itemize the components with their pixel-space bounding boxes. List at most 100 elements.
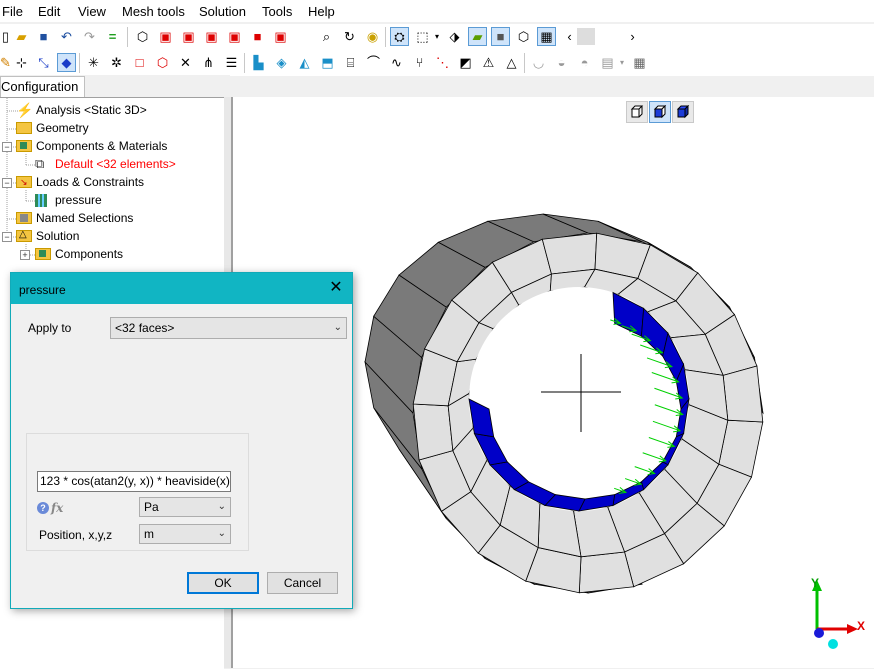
menu-edit[interactable]: Edit [38, 4, 60, 19]
equals-icon[interactable]: = [104, 28, 121, 45]
rotate-icon[interactable]: ↻ [341, 28, 358, 45]
menu-mesh-tools[interactable]: Mesh tools [122, 4, 185, 19]
zoom-icon[interactable]: ⌕ [318, 28, 335, 45]
shell-mesh-icon[interactable]: ◓ [576, 54, 593, 71]
cube-face-right-icon[interactable]: ▣ [226, 28, 243, 45]
tree-item-geometry[interactable]: Geometry [16, 119, 89, 137]
tree-item-analysis[interactable]: ⚡ Analysis <Static 3D> [16, 101, 147, 119]
select-edge-icon[interactable]: ⤡ [35, 54, 52, 71]
revolve-icon[interactable]: ◈ [273, 54, 290, 71]
delete-icon[interactable]: ✕ [177, 54, 194, 71]
front-face-outer [578, 551, 635, 594]
open-folder-icon[interactable]: ▰ [13, 28, 30, 45]
scroll-thumb[interactable] [577, 28, 595, 45]
help-icon[interactable]: ? [37, 502, 49, 514]
tree-item-loads-constraints[interactable]: ↘ Loads & Constraints [16, 173, 144, 191]
expander-solution[interactable]: − [2, 232, 12, 242]
tree-item-pressure[interactable]: pressure [35, 191, 102, 209]
pan-icon[interactable]: ◉ [364, 28, 381, 45]
dropdown-arrow-icon[interactable]: ▾ [433, 28, 441, 45]
triangle-icon[interactable]: △ [503, 54, 520, 71]
tree-item-solution[interactable]: △ Solution [16, 227, 79, 245]
cube-face-back-icon[interactable]: ▣ [180, 28, 197, 45]
extrude-icon[interactable]: ▙ [250, 54, 267, 71]
tree-item-components-materials[interactable]: Components & Materials [16, 137, 167, 155]
menu-tools[interactable]: Tools [262, 4, 292, 19]
branch-icon[interactable]: ⑂ [411, 54, 428, 71]
new-file-icon[interactable]: ▯ [0, 28, 14, 45]
apply-to-select[interactable]: <32 faces> ⌄ [110, 317, 347, 339]
block-icon[interactable]: ▤ [599, 54, 616, 71]
scatter-icon[interactable]: ⋱ [434, 54, 451, 71]
pressure-expression-input[interactable]: 123 * cos(atan2(y, x)) * heaviside(x) [37, 471, 231, 492]
select-node-icon[interactable]: ⊹ [13, 54, 30, 71]
close-icon[interactable]: ✕ [328, 280, 344, 296]
menu-help[interactable]: Help [308, 4, 335, 19]
element-solid-icon[interactable]: ⬡ [154, 54, 171, 71]
align-icon[interactable]: ☰ [223, 54, 240, 71]
solution-icon: △ [16, 230, 32, 242]
shell-solid-icon[interactable]: ◒ [553, 54, 570, 71]
element-icon[interactable]: □ [131, 54, 148, 71]
fx-label: fx [51, 501, 64, 515]
pencil-icon[interactable]: ✎ [0, 54, 14, 71]
wireframe-view-icon[interactable]: ⬡ [515, 28, 532, 45]
triangle-mesh-icon[interactable]: ⚠ [480, 54, 497, 71]
box-select-icon[interactable]: ⬚ [414, 28, 431, 45]
save-icon[interactable]: ■ [35, 28, 52, 45]
toolbar-separator [524, 53, 525, 73]
chevron-down-icon: ⌄ [333, 322, 342, 333]
node-move-icon[interactable]: ✲ [108, 54, 125, 71]
cube-face-bottom-icon[interactable]: ▣ [272, 28, 289, 45]
tree-item-components[interactable]: Components [35, 245, 123, 263]
cancel-button[interactable]: Cancel [267, 572, 338, 594]
front-face-outer [722, 365, 764, 423]
select-mode-icon[interactable]: ⛭ [390, 27, 409, 46]
undo-icon[interactable]: ↶ [58, 28, 75, 45]
help-fx-label[interactable]: ? fx [37, 501, 63, 515]
tree-item-named-selections[interactable]: Named Selections [16, 209, 133, 227]
ok-button[interactable]: OK [187, 572, 259, 594]
loft-icon[interactable]: ⬒ [319, 54, 336, 71]
cube-face-top-icon[interactable]: ■ [249, 28, 266, 45]
material-icon[interactable]: ◩ [457, 54, 474, 71]
split-icon[interactable]: ⋔ [200, 54, 217, 71]
dialog-titlebar[interactable]: pressure ✕ [11, 273, 352, 304]
cube-face-front-icon[interactable]: ▣ [157, 28, 174, 45]
menu-solution[interactable]: Solution [199, 4, 246, 19]
scroll-left-icon[interactable]: ‹ [561, 28, 578, 45]
tree-item-default-component[interactable]: ⧉ Default <32 elements> [35, 155, 176, 173]
position-label: Position, x,y,z [39, 528, 113, 542]
dropdown-arrow-icon[interactable]: ▾ [618, 54, 626, 71]
expander-components-materials[interactable]: − [2, 142, 12, 152]
solid-view-icon[interactable]: ■ [491, 27, 510, 46]
sweep-icon[interactable]: ◭ [296, 54, 313, 71]
apply-to-label: Apply to [28, 321, 72, 335]
expander-loads-constraints[interactable]: − [2, 178, 12, 188]
lightning-icon: ⚡ [16, 102, 34, 118]
node-icon[interactable]: ✳ [85, 54, 102, 71]
shaded-view-icon[interactable]: ▰ [468, 27, 487, 46]
position-unit-select[interactable]: m ⌄ [139, 524, 231, 544]
table-icon[interactable]: ▦ [631, 54, 648, 71]
menu-view[interactable]: View [78, 4, 106, 19]
curve-icon[interactable]: ∿ [388, 54, 405, 71]
mesh-view-icon[interactable]: ▦ [537, 27, 556, 46]
unit-select[interactable]: Pa ⌄ [139, 497, 231, 517]
tab-bar: Configuration [0, 75, 230, 98]
tab-configuration[interactable]: Configuration [0, 76, 86, 98]
cube-wire-icon[interactable]: ⬡ [134, 28, 151, 45]
select-face-icon[interactable]: ◆ [57, 53, 76, 72]
cube-face-left-icon[interactable]: ▣ [203, 28, 220, 45]
arc-icon[interactable]: ⌒ [365, 54, 382, 71]
cylinder-icon[interactable]: ⌸ [342, 54, 359, 71]
redo-icon[interactable]: ↷ [81, 28, 98, 45]
scroll-right-icon[interactable]: › [624, 28, 641, 45]
toolbar-separator [244, 53, 245, 73]
expander-components[interactable]: + [20, 250, 30, 260]
shell-icon[interactable]: ◡ [530, 54, 547, 71]
toolbar-main: ▯ ▰ ■ ↶ ↷ = ⬡ ▣ ▣ ▣ ▣ ■ ▣ ⌕ ↻ ◉ ⛭ ⬚ ▾ ⬗ … [0, 24, 874, 50]
transform-icon[interactable]: ⬗ [446, 28, 463, 45]
front-face-outer [541, 232, 598, 275]
menu-file[interactable]: File [2, 4, 23, 19]
